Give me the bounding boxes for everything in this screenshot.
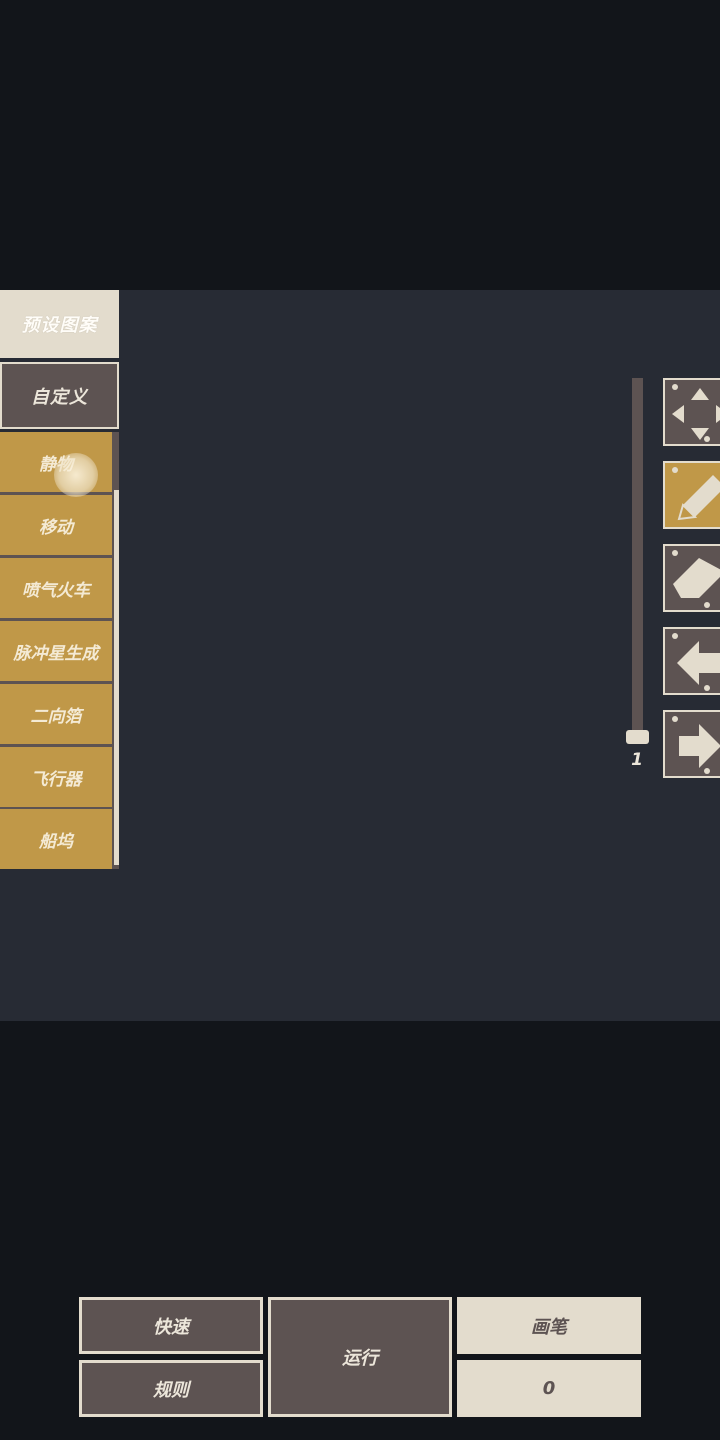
pattern-label: 飞行器 xyxy=(30,769,82,790)
pattern-label: 喷气火车 xyxy=(22,580,90,601)
pattern-item-pulsar-generator[interactable]: 脉冲星生成 xyxy=(0,621,112,681)
eraser-icon xyxy=(673,558,720,598)
pencil-icon xyxy=(677,475,720,521)
tab-preset-label: 预设图案 xyxy=(21,315,98,336)
run-button[interactable]: 运行 xyxy=(268,1297,452,1417)
pattern-label: 船坞 xyxy=(39,831,73,852)
pattern-item-puffer-train[interactable]: 喷气火车 xyxy=(0,558,112,618)
touch-indicator xyxy=(54,453,98,497)
rules-button-label: 规则 xyxy=(153,1379,189,1401)
fast-button-label: 快速 xyxy=(153,1316,189,1338)
arrow-right-icon xyxy=(679,724,720,768)
eraser-tool-button[interactable] xyxy=(663,544,720,612)
pattern-item-spaceship[interactable]: 飞行器 xyxy=(0,747,112,807)
arrow-left-icon xyxy=(677,641,720,685)
pattern-label: 脉冲星生成 xyxy=(13,643,99,664)
move-arrows-icon xyxy=(672,388,720,440)
tab-preset-patterns[interactable]: 预设图案 xyxy=(0,290,119,358)
brush-size-slider-thumb[interactable] xyxy=(626,730,649,744)
run-button-label: 运行 xyxy=(342,1348,378,1369)
tab-custom[interactable]: 自定义 xyxy=(0,362,119,429)
fast-button[interactable]: 快速 xyxy=(79,1297,263,1354)
brush-button-label: 画笔 xyxy=(531,1316,567,1338)
pattern-list-scroll-thumb[interactable] xyxy=(114,490,119,865)
brush-button[interactable]: 画笔 xyxy=(457,1297,641,1354)
redo-button[interactable] xyxy=(663,710,720,778)
brush-size-slider[interactable] xyxy=(632,378,643,740)
undo-button[interactable] xyxy=(663,627,720,695)
count-display: 0 xyxy=(457,1360,641,1417)
tab-custom-label: 自定义 xyxy=(31,386,88,408)
rules-button[interactable]: 规则 xyxy=(79,1360,263,1417)
pattern-list: 静物 移动 喷气火车 脉冲星生成 二向箔 飞行器 船坞 xyxy=(0,432,119,869)
pattern-item-moving[interactable]: 移动 xyxy=(0,495,112,555)
pattern-label: 移动 xyxy=(39,517,73,538)
brush-size-value: 1 xyxy=(631,750,643,770)
pattern-item-dock[interactable]: 船坞 xyxy=(0,809,112,869)
pencil-tool-button[interactable] xyxy=(663,461,720,529)
pattern-item-dual-foil[interactable]: 二向箔 xyxy=(0,684,112,744)
app-screen: 预设图案 自定义 静物 移动 喷气火车 脉冲星生成 二向箔 飞行器 船坞 1 xyxy=(0,0,720,1440)
pattern-label: 二向箔 xyxy=(30,706,82,727)
move-tool-button[interactable] xyxy=(663,378,720,446)
count-value: 0 xyxy=(542,1378,556,1399)
